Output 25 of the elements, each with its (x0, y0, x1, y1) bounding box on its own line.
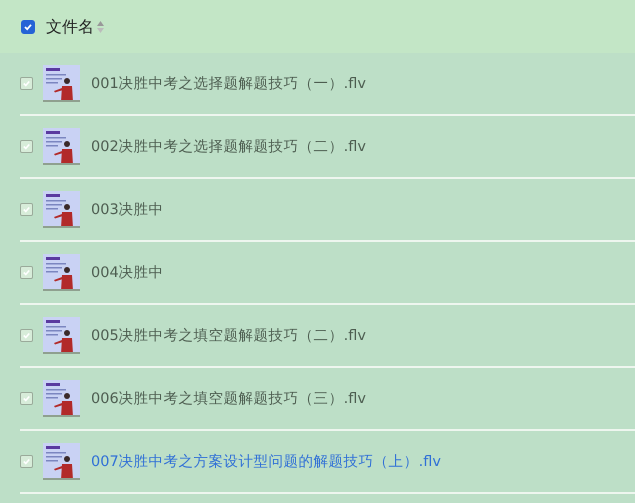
file-name[interactable]: 004决胜中 (91, 263, 164, 282)
row-checkbox[interactable] (20, 203, 33, 216)
check-icon (22, 142, 31, 151)
check-icon (22, 205, 31, 214)
file-name[interactable]: 002决胜中考之选择题解题技巧（二）.flv (91, 137, 366, 156)
row-checkbox[interactable] (20, 455, 33, 468)
row-checkbox[interactable] (20, 392, 33, 405)
select-all-checkbox[interactable] (21, 20, 35, 34)
check-icon (23, 22, 33, 32)
check-icon (22, 79, 31, 88)
file-name[interactable]: 003决胜中 (91, 200, 164, 219)
row-checkbox[interactable] (20, 140, 33, 153)
check-icon (22, 457, 31, 466)
row-checkbox[interactable] (20, 77, 33, 90)
file-name[interactable]: 007决胜中考之方案设计型问题的解题技巧（上）.flv (91, 452, 441, 471)
column-header[interactable]: 文件名 (46, 16, 94, 38)
file-name[interactable]: 005决胜中考之填空题解题技巧（二）.flv (91, 326, 366, 345)
row-checkbox[interactable] (20, 329, 33, 342)
row-checkbox[interactable] (20, 266, 33, 279)
sort-icon[interactable] (97, 21, 104, 33)
check-icon (22, 268, 31, 277)
file-name[interactable]: 006决胜中考之填空题解题技巧（三）.flv (91, 389, 366, 408)
check-icon (22, 331, 31, 340)
file-name[interactable]: 001决胜中考之选择题解题技巧（一）.flv (91, 74, 366, 93)
check-icon (22, 394, 31, 403)
